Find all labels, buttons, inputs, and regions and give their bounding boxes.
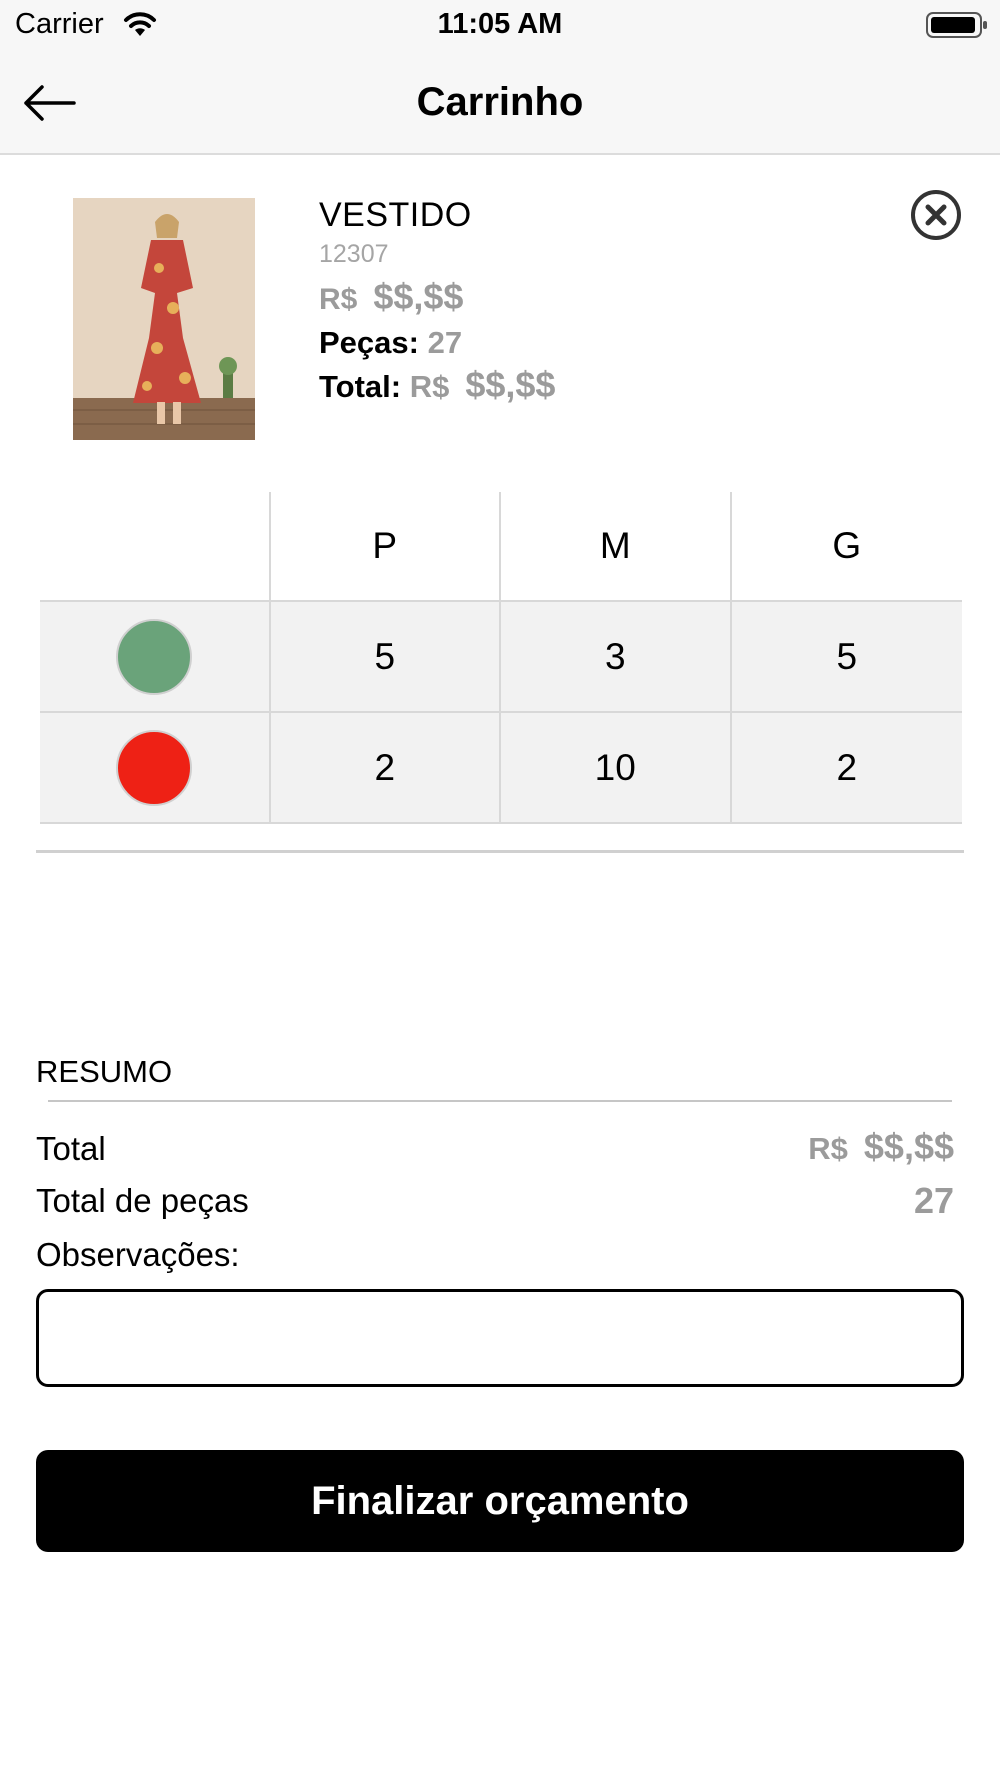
pieces-label: Peças: [319,325,419,360]
summary-pieces-label: Total de peças [36,1182,249,1219]
pieces-value: 27 [427,325,463,360]
color-cell [40,602,271,713]
size-header-m: M [501,492,732,602]
section-divider [36,850,964,853]
color-swatch-green [116,618,193,695]
grid-header-row: P M G [40,492,962,602]
dress-photo [73,198,255,440]
size-header-g: G [731,492,962,602]
quantity-cell[interactable]: 2 [731,713,962,824]
quantity-cell[interactable]: 3 [501,602,732,713]
product-pieces: Peças: 27 [319,325,462,361]
summary-title: RESUMO [36,1054,173,1089]
product-image [73,198,255,440]
product-name: VESTIDO [319,196,472,234]
summary-divider [48,1100,952,1102]
status-time: 11:05 AM [437,8,563,40]
summary-total-amount: $$,$$ [863,1126,954,1167]
size-header-p: P [270,492,501,602]
color-swatch-red [116,729,193,806]
quantity-cell[interactable]: 10 [501,713,732,824]
remove-item-button[interactable] [910,189,962,241]
battery-icon [926,12,987,38]
summary-total-currency: R$ [808,1131,848,1166]
total-value: $$,$$ [465,364,556,405]
total-currency: R$ [409,369,450,404]
product-code: 12307 [319,240,389,268]
product-price: R$ $$,$$ [319,276,463,318]
page-title: Carrinho [416,80,584,124]
navigation-bar: Carrinho [0,50,1000,155]
grid-row: 5 3 5 [40,602,962,713]
summary-total-label: Total [36,1130,106,1167]
size-color-grid: P M G 5 3 5 2 10 2 [40,492,962,824]
product-total: Total: R$ $$,$$ [319,364,555,406]
notes-label: Observações: [36,1236,240,1273]
quantity-cell[interactable]: 5 [270,602,501,713]
summary-pieces-value: 27 [913,1180,954,1221]
close-circle-icon [911,190,961,240]
quantity-cell[interactable]: 5 [731,602,962,713]
price-currency: R$ [319,283,358,316]
notes-field[interactable] [36,1289,964,1387]
status-bar: Carrier 11:05 AM [0,0,1000,50]
grid-row: 2 10 2 [40,713,962,824]
summary-total-value: R$ $$,$$ [808,1126,954,1168]
color-cell [40,713,271,824]
grid-corner-cell [40,492,271,602]
total-label: Total: [319,369,402,404]
price-value: $$,$$ [373,276,464,317]
finalize-quote-button[interactable]: Finalizar orçamento [36,1450,964,1552]
quantity-cell[interactable]: 2 [270,713,501,824]
